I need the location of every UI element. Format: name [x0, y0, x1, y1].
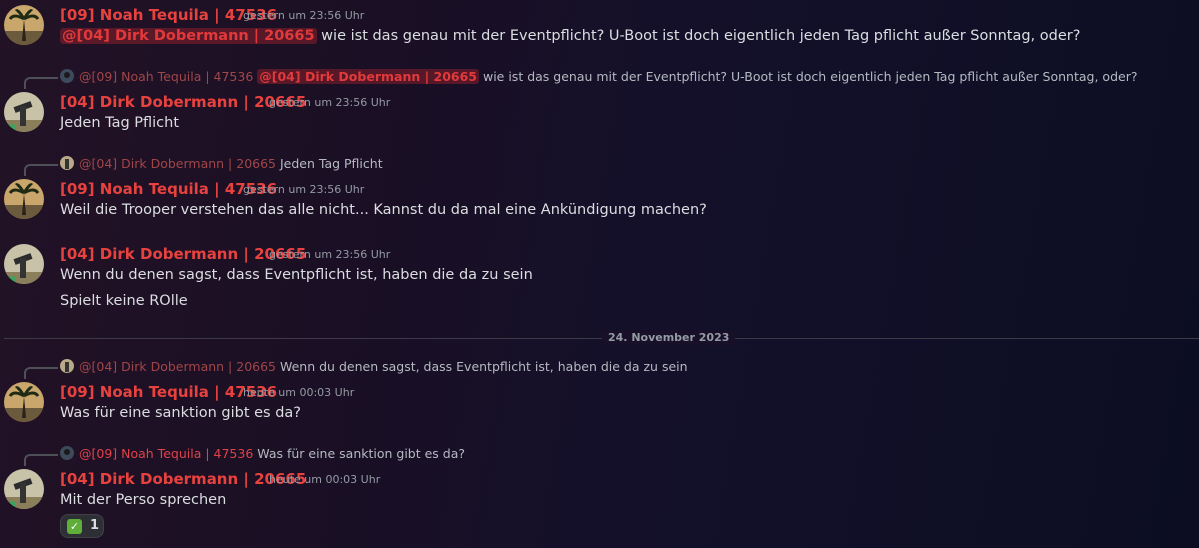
message-text: @[04] Dirk Dobermann | 20665 wie ist das… [60, 28, 1081, 44]
reply-spine [24, 454, 58, 466]
reply-avatar [60, 156, 74, 170]
avatar[interactable] [4, 244, 44, 284]
avatar[interactable] [4, 469, 44, 509]
reply-avatar [60, 446, 74, 460]
date-divider-label: 24. November 2023 [602, 331, 736, 345]
timestamp: heute um 00:03 Uhr [269, 473, 381, 486]
timestamp: gestern um 23:56 Uhr [269, 96, 391, 109]
reaction-button[interactable]: ✓ 1 [60, 514, 104, 538]
reply-avatar [60, 359, 74, 373]
reply-preview[interactable]: @[09] Noah Tequila | 47536 @[04] Dirk Do… [60, 69, 1137, 85]
timestamp: gestern um 23:56 Uhr [243, 183, 365, 196]
reply-preview[interactable]: @[04] Dirk Dobermann | 20665 Jeden Tag P… [60, 156, 383, 172]
message-text: Wenn du denen sagst, dass Eventpflicht i… [60, 267, 533, 283]
reply-spine [24, 164, 58, 176]
timestamp: gestern um 23:56 Uhr [243, 9, 365, 22]
avatar[interactable] [4, 92, 44, 132]
reaction-count: 1 [90, 518, 100, 533]
white-check-mark-icon: ✓ [67, 519, 82, 534]
avatar[interactable] [4, 179, 44, 219]
reply-spine [24, 367, 58, 379]
reply-spine [24, 77, 58, 89]
message-text: Weil die Trooper verstehen das alle nich… [60, 202, 707, 218]
reply-preview[interactable]: @[04] Dirk Dobermann | 20665 Wenn du den… [60, 359, 688, 375]
reply-preview[interactable]: @[09] Noah Tequila | 47536 Was für eine … [60, 446, 465, 462]
timestamp: gestern um 23:56 Uhr [269, 248, 391, 261]
reply-avatar [60, 69, 74, 83]
message-text: Jeden Tag Pflicht [60, 115, 180, 131]
user-mention[interactable]: @[04] Dirk Dobermann | 20665 [60, 28, 317, 44]
avatar[interactable] [4, 382, 44, 422]
message-text: Spielt keine ROlle [60, 293, 188, 309]
timestamp: heute um 00:03 Uhr [243, 386, 355, 399]
message-text: Mit der Perso sprechen [60, 492, 227, 508]
message-text: Was für eine sanktion gibt es da? [60, 405, 302, 421]
avatar[interactable] [4, 5, 44, 45]
